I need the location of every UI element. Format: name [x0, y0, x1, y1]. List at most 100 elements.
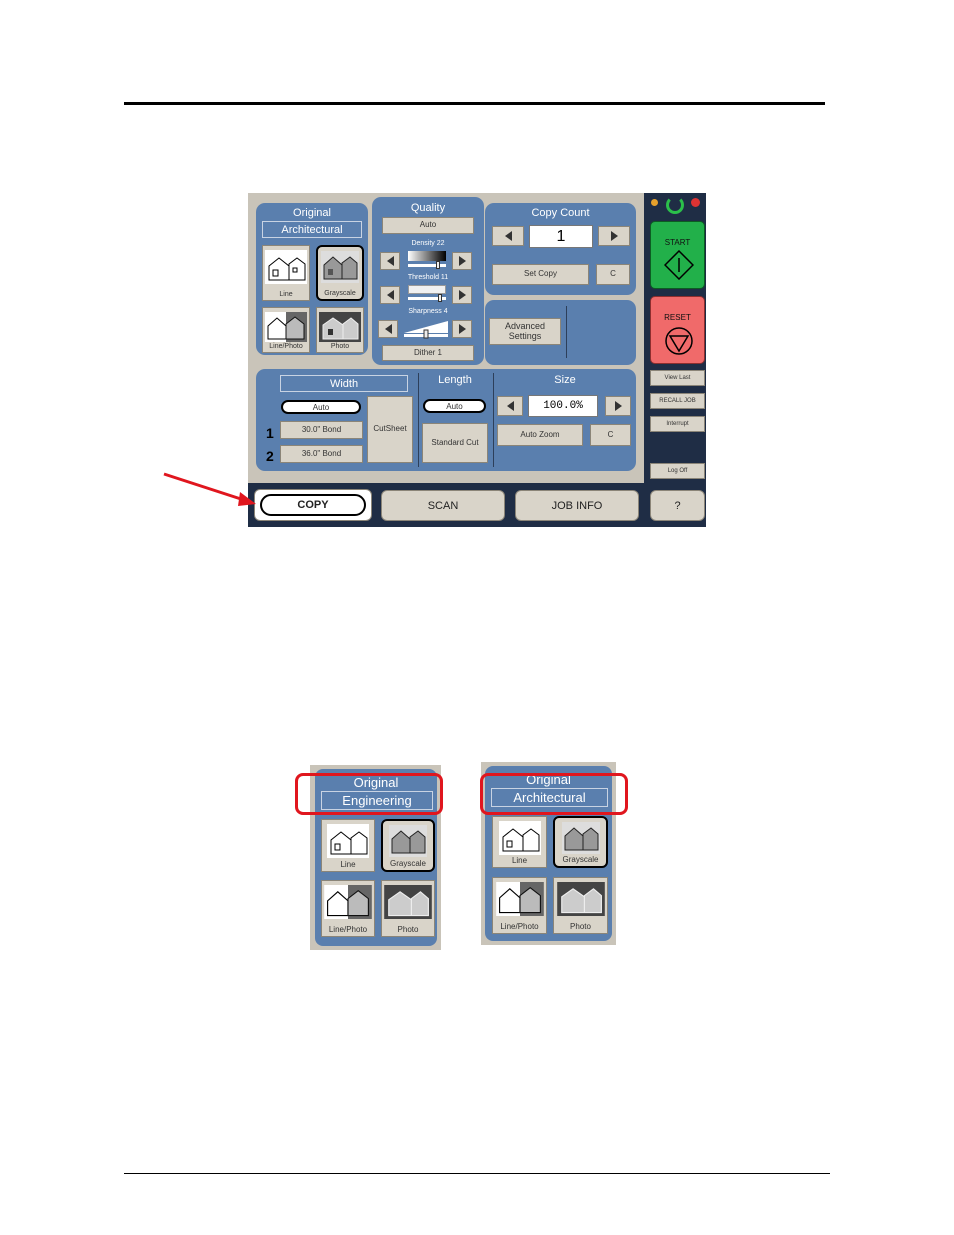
- size-decrease-button[interactable]: [497, 396, 523, 416]
- house-photo-icon: [319, 312, 361, 342]
- original-photo-tile[interactable]: Photo: [316, 307, 364, 353]
- original-linephoto-tile[interactable]: Line/Photo: [262, 307, 310, 353]
- error-light-icon: [691, 198, 700, 207]
- divider: [493, 373, 494, 467]
- standard-cut-button[interactable]: Standard Cut: [422, 423, 488, 463]
- right-arrow-icon: [458, 256, 466, 266]
- left-arrow-icon: [384, 324, 392, 334]
- sharpness-increase-button[interactable]: [452, 320, 472, 338]
- view-last-button[interactable]: View Last: [650, 370, 705, 386]
- quality-panel: Quality Auto Density 22 Threshold 11 Sha…: [372, 197, 484, 365]
- tab-help[interactable]: ?: [650, 490, 705, 521]
- copy-count-decrease-button[interactable]: [492, 226, 524, 246]
- tile-label: Line/Photo: [328, 925, 368, 934]
- auto-zoom-button[interactable]: Auto Zoom: [497, 424, 583, 446]
- recall-job-button[interactable]: RECALL JOB: [650, 393, 705, 409]
- roll-1-button[interactable]: 30.0" Bond: [280, 421, 363, 439]
- tab-copy-label: COPY: [260, 494, 366, 516]
- original-mode-selector[interactable]: Architectural: [262, 221, 362, 238]
- mini-line-tile[interactable]: Line: [321, 819, 375, 872]
- start-label: START: [664, 238, 691, 247]
- right-arrow-icon: [458, 290, 466, 300]
- tile-label: Line: [511, 856, 528, 865]
- tile-label: Photo: [570, 922, 591, 931]
- density-decrease-button[interactable]: [380, 252, 400, 270]
- length-auto-button[interactable]: Auto: [423, 399, 486, 413]
- tab-scan[interactable]: SCAN: [381, 490, 505, 521]
- copy-count-clear-button[interactable]: C: [596, 264, 630, 285]
- reset-button[interactable]: RESET: [650, 296, 705, 364]
- sharpness-label: Sharpness 4: [408, 308, 448, 315]
- left-arrow-icon: [506, 401, 514, 411]
- house-grayscale-icon: [389, 825, 427, 857]
- callout-arrow-icon: [163, 472, 256, 506]
- copy-count-increase-button[interactable]: [598, 226, 630, 246]
- start-button[interactable]: START: [650, 221, 705, 289]
- density-increase-button[interactable]: [452, 252, 472, 270]
- quality-auto-button[interactable]: Auto: [382, 217, 474, 234]
- house-line-icon: [498, 821, 541, 855]
- density-slider-thumb[interactable]: [436, 261, 440, 269]
- mini-photo-tile[interactable]: Photo: [553, 877, 608, 934]
- sharpness-decrease-button[interactable]: [378, 320, 398, 338]
- width-auto-button[interactable]: Auto: [281, 400, 361, 414]
- roll-2-button[interactable]: 36.0" Bond: [280, 445, 363, 463]
- length-title: Length: [438, 374, 472, 386]
- dither-button[interactable]: Dither 1: [382, 345, 474, 361]
- tile-label: Line: [279, 291, 293, 298]
- house-line-icon: [327, 824, 369, 858]
- tile-label: Line/Photo: [500, 922, 539, 931]
- mini-photo-tile[interactable]: Photo: [381, 880, 435, 937]
- advanced-settings-button[interactable]: Advanced Settings: [489, 318, 561, 345]
- house-photo-icon: [556, 882, 605, 916]
- divider: [418, 373, 419, 467]
- roll-1-indicator: 1: [261, 421, 279, 441]
- copy-count-value[interactable]: 1: [529, 225, 593, 248]
- copy-screen: Original Architectural Line Grayscale Li…: [248, 193, 706, 527]
- original-line-tile[interactable]: Line: [262, 245, 310, 301]
- mini-grayscale-tile[interactable]: Grayscale: [381, 819, 435, 872]
- mini-line-tile[interactable]: Line: [492, 816, 547, 868]
- tab-copy[interactable]: COPY: [254, 489, 372, 521]
- roll-2-number: 2: [266, 448, 274, 464]
- interrupt-button[interactable]: Interrupt: [650, 416, 705, 432]
- cutsheet-button[interactable]: CutSheet: [367, 396, 413, 463]
- mini-linephoto-tile[interactable]: Line/Photo: [492, 877, 547, 934]
- size-title: Size: [554, 374, 576, 386]
- mini-linephoto-tile[interactable]: Line/Photo: [321, 880, 375, 937]
- size-increase-button[interactable]: [605, 396, 631, 416]
- threshold-decrease-button[interactable]: [380, 286, 400, 304]
- threshold-slider-thumb[interactable]: [438, 294, 442, 302]
- highlight-box: [295, 773, 443, 815]
- original-grayscale-tile[interactable]: Grayscale: [316, 245, 364, 301]
- density-gradient: [408, 251, 446, 261]
- roll-2-indicator: 2: [261, 444, 279, 464]
- density-label: Density 22: [411, 240, 445, 247]
- house-grayscale-icon: [321, 251, 359, 283]
- size-clear-button[interactable]: C: [590, 424, 631, 446]
- original-panel: Original Architectural Line Grayscale Li…: [256, 203, 368, 355]
- tile-label: Line: [340, 860, 356, 869]
- quality-title: Quality: [410, 202, 446, 214]
- set-copy-button[interactable]: Set Copy: [492, 264, 589, 285]
- mini-grayscale-tile[interactable]: Grayscale: [553, 816, 608, 868]
- start-diamond-icon: [664, 250, 694, 280]
- threshold-increase-button[interactable]: [452, 286, 472, 304]
- house-linephoto-icon: [495, 882, 544, 916]
- tab-job-info[interactable]: JOB INFO: [515, 490, 639, 521]
- reset-label: RESET: [664, 313, 691, 322]
- width-title: Width: [280, 375, 408, 392]
- tile-label: Grayscale: [562, 855, 599, 864]
- header-rule: [124, 102, 825, 105]
- tile-label: Grayscale: [389, 859, 426, 868]
- log-off-button[interactable]: Log Off: [650, 463, 705, 479]
- tile-label: Grayscale: [324, 290, 356, 297]
- house-line-icon: [265, 250, 307, 284]
- size-value[interactable]: 100.0%: [528, 395, 598, 417]
- house-photo-icon: [384, 885, 432, 919]
- copy-count-title: Copy Count: [531, 207, 590, 219]
- footer-rule: [124, 1173, 830, 1174]
- density-slider[interactable]: [408, 264, 446, 267]
- right-arrow-icon: [614, 401, 622, 411]
- stop-icon: [665, 327, 693, 355]
